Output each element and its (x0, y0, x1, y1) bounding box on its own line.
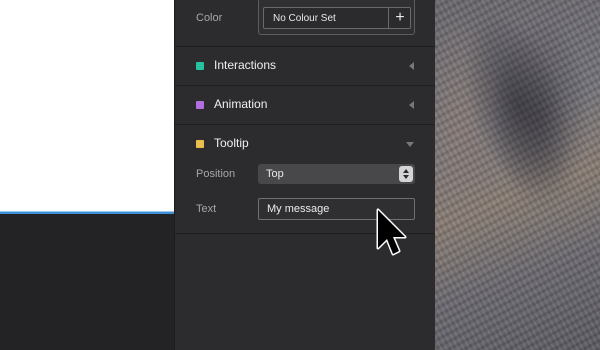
section-interactions[interactable]: Interactions (175, 47, 436, 85)
section-tooltip[interactable]: Tooltip (175, 125, 436, 163)
position-label: Position (196, 168, 236, 180)
color-field-container: No Colour Set + (258, 0, 415, 35)
position-select[interactable]: Top (258, 164, 415, 184)
inspector-panel: Color No Colour Set + Interactions Anima… (174, 0, 436, 350)
canvas-artboard[interactable] (0, 0, 174, 211)
position-value: Top (266, 168, 284, 180)
add-colour-button[interactable]: + (389, 8, 411, 28)
section-title-interactions: Interactions (214, 58, 277, 72)
arrow-cursor-icon (376, 208, 407, 256)
plus-icon: + (395, 9, 405, 26)
section-title-tooltip: Tooltip (214, 136, 249, 150)
animation-swatch (196, 101, 204, 109)
section-title-animation: Animation (214, 97, 268, 111)
tooltip-swatch (196, 140, 204, 148)
section-animation[interactable]: Animation (175, 86, 436, 124)
caret-left-icon (409, 101, 414, 109)
color-picker[interactable]: No Colour Set + (263, 7, 411, 29)
caret-left-icon (409, 62, 414, 70)
canvas-background (0, 214, 174, 350)
stepper-icon (399, 166, 413, 182)
color-value: No Colour Set (273, 13, 336, 24)
caret-down-icon (406, 142, 414, 147)
text-label: Text (196, 203, 217, 215)
interactions-swatch (196, 62, 204, 70)
color-label: Color (196, 12, 223, 24)
